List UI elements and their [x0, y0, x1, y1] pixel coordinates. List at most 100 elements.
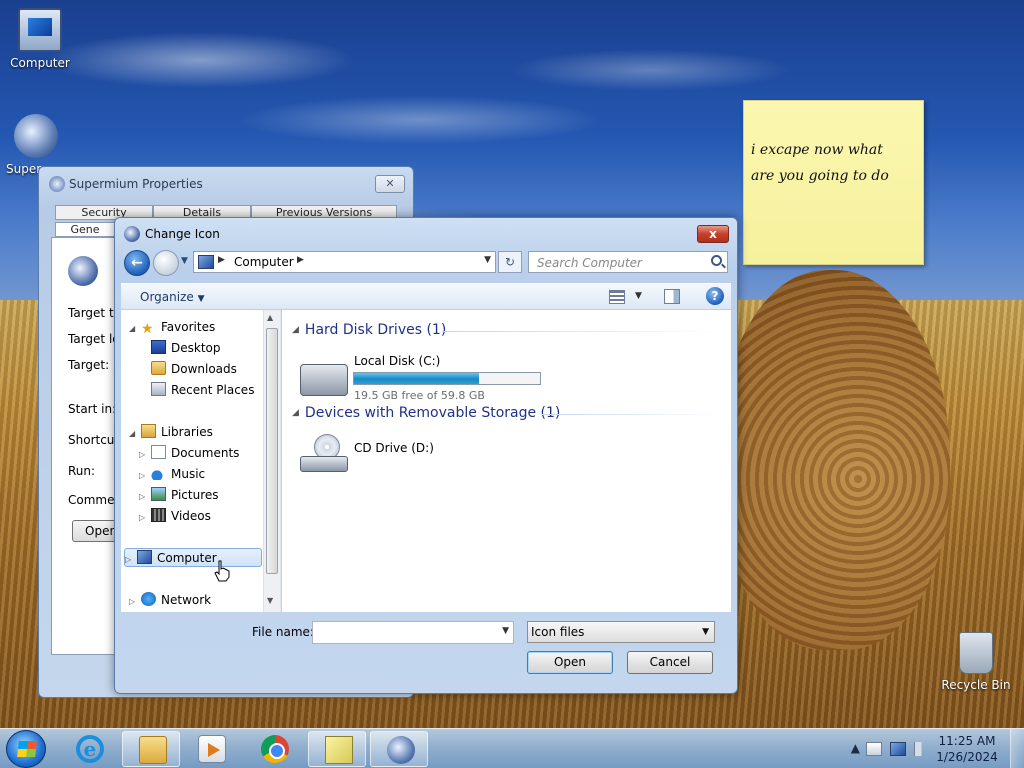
chevron-down-icon[interactable]: ▼: [484, 255, 491, 265]
close-button[interactable]: ✕: [375, 175, 405, 193]
scroll-up-arrow-icon[interactable]: ▲: [267, 313, 273, 322]
collapsed-triangle-icon[interactable]: ▷: [139, 445, 151, 464]
recycle-bin-icon: [959, 632, 993, 674]
chevron-right-icon[interactable]: ▶: [218, 255, 225, 265]
view-options-icon[interactable]: [609, 290, 625, 304]
toolbar: Organize ▼ ▼ ?: [121, 283, 731, 309]
nav-item-computer[interactable]: ▷ Computer: [124, 548, 262, 567]
open-button[interactable]: Open: [527, 651, 613, 674]
navigation-pane: ◢ ★ Favorites Desktop Downloads Recent Pla…: [121, 310, 281, 612]
computer-icon: [18, 8, 62, 52]
cancel-button[interactable]: Cancel: [627, 651, 713, 674]
back-button[interactable]: ←: [124, 250, 150, 276]
system-clock[interactable]: 11:25 AM 1/26/2024: [932, 733, 1002, 765]
show-desktop-button[interactable]: [1010, 729, 1024, 768]
computer-icon: [137, 550, 152, 564]
nav-item-network[interactable]: ▷ Network: [129, 591, 211, 610]
supermium-icon: [387, 736, 415, 764]
taskbar-media-player[interactable]: [182, 731, 240, 767]
group-header-hard-disk-drives[interactable]: ◢ Hard Disk Drives (1): [292, 322, 446, 338]
nav-item-downloads[interactable]: Downloads: [151, 360, 237, 379]
supermium-icon: [68, 256, 98, 286]
sticky-note-line: are you going to do: [751, 168, 889, 184]
nav-label: Downloads: [171, 362, 237, 376]
nav-item-desktop[interactable]: Desktop: [151, 339, 221, 358]
nav-label: Favorites: [161, 320, 216, 334]
group-header-removable-storage[interactable]: ◢ Devices with Removable Storage (1): [292, 405, 560, 421]
address-bar[interactable]: ▶ Computer ▶ ▼: [193, 251, 496, 273]
taskbar-supermium[interactable]: [370, 731, 428, 767]
nav-label: Computer: [157, 551, 217, 565]
recent-places-icon: [151, 382, 166, 396]
nav-item-libraries[interactable]: ◢ Libraries: [129, 423, 213, 442]
dialog-title: Change Icon: [145, 227, 220, 241]
nav-item-favorites[interactable]: ◢ ★ Favorites: [129, 318, 215, 337]
chevron-right-icon[interactable]: ▶: [297, 255, 304, 265]
desktop-icon-label: Computer: [10, 56, 70, 70]
nav-label: Recent Places: [171, 383, 255, 397]
collapsed-triangle-icon[interactable]: ▷: [129, 592, 141, 611]
nav-item-music[interactable]: ▷ Music: [139, 465, 205, 484]
nav-item-videos[interactable]: ▷ Videos: [139, 507, 211, 526]
collapsed-triangle-icon[interactable]: ▷: [139, 508, 151, 527]
internet-explorer-icon: e: [76, 735, 104, 763]
expanded-triangle-icon[interactable]: ◢: [129, 319, 141, 338]
media-player-icon: [198, 735, 226, 763]
videos-icon: [151, 508, 166, 522]
music-icon: [151, 466, 166, 480]
supermium-icon: [124, 226, 140, 242]
nav-item-recent-places[interactable]: Recent Places: [151, 381, 254, 400]
chevron-down-icon[interactable]: ▼: [635, 291, 642, 301]
nav-item-documents[interactable]: ▷ Documents: [139, 444, 239, 463]
nav-item-pictures[interactable]: ▷ Pictures: [139, 486, 219, 505]
close-button[interactable]: x: [697, 225, 729, 243]
drive-item-cd-drive[interactable]: CD Drive (D:): [296, 434, 496, 484]
taskbar-chrome[interactable]: [245, 731, 303, 767]
supermium-icon: [49, 176, 65, 192]
file-name-input[interactable]: ▼: [312, 621, 514, 644]
forward-button[interactable]: [153, 250, 179, 276]
action-center-flag-icon[interactable]: [866, 742, 882, 756]
clock-date: 1/26/2024: [936, 750, 998, 764]
volume-muted-icon[interactable]: [914, 742, 930, 756]
windows-explorer-icon: [139, 736, 167, 764]
search-icon: [711, 255, 722, 266]
help-icon[interactable]: ?: [706, 287, 724, 305]
sticky-note[interactable]: i excape now what are you going to do: [743, 100, 924, 265]
scroll-down-arrow-icon[interactable]: ▼: [267, 596, 273, 605]
expanded-triangle-icon[interactable]: ◢: [129, 424, 141, 443]
show-hidden-icons-button[interactable]: ▲: [851, 741, 860, 755]
tab-general[interactable]: Gene: [55, 222, 115, 237]
organize-button[interactable]: Organize ▼: [140, 290, 205, 304]
chrome-icon: [261, 735, 289, 763]
hay-bale-background: [720, 270, 950, 650]
nav-pane-scrollbar[interactable]: ▲ ▼: [263, 310, 280, 612]
taskbar-windows-explorer[interactable]: [122, 731, 180, 767]
nav-label: Pictures: [171, 488, 219, 502]
collapsed-triangle-icon[interactable]: ▷: [139, 487, 151, 506]
organize-label: Organize: [140, 290, 194, 304]
drive-name: Local Disk (C:): [354, 354, 441, 368]
breadcrumb-computer[interactable]: Computer: [234, 255, 294, 269]
file-type-select[interactable]: Icon files ▼: [527, 621, 715, 643]
documents-icon: [151, 445, 166, 459]
search-input[interactable]: Search Computer: [528, 251, 728, 273]
refresh-button[interactable]: ↻: [498, 251, 522, 273]
expanded-triangle-icon: ◢: [292, 408, 299, 418]
collapsed-triangle-icon[interactable]: ▷: [139, 466, 151, 485]
taskbar-internet-explorer[interactable]: e: [60, 731, 118, 767]
scrollbar-thumb[interactable]: [266, 328, 278, 574]
collapsed-triangle-icon[interactable]: ▷: [125, 550, 137, 569]
star-icon: ★: [141, 321, 154, 337]
drive-item-local-disk[interactable]: Local Disk (C:) 19.5 GB free of 59.8 GB: [296, 350, 556, 412]
network-status-icon[interactable]: [890, 742, 906, 756]
desktop-icon-computer[interactable]: Computer: [0, 8, 80, 70]
desktop-icon-recycle-bin[interactable]: Recycle Bin: [936, 632, 1016, 692]
start-button[interactable]: [6, 730, 46, 768]
recent-locations-dropdown[interactable]: ▼: [181, 256, 188, 266]
file-name-label: File name:: [252, 625, 314, 639]
preview-pane-icon[interactable]: [664, 289, 680, 304]
taskbar: e ▲ 11:25 AM 1/26/2024: [0, 728, 1024, 768]
chevron-down-icon[interactable]: ▼: [502, 626, 509, 636]
taskbar-sticky-notes[interactable]: [308, 731, 366, 767]
